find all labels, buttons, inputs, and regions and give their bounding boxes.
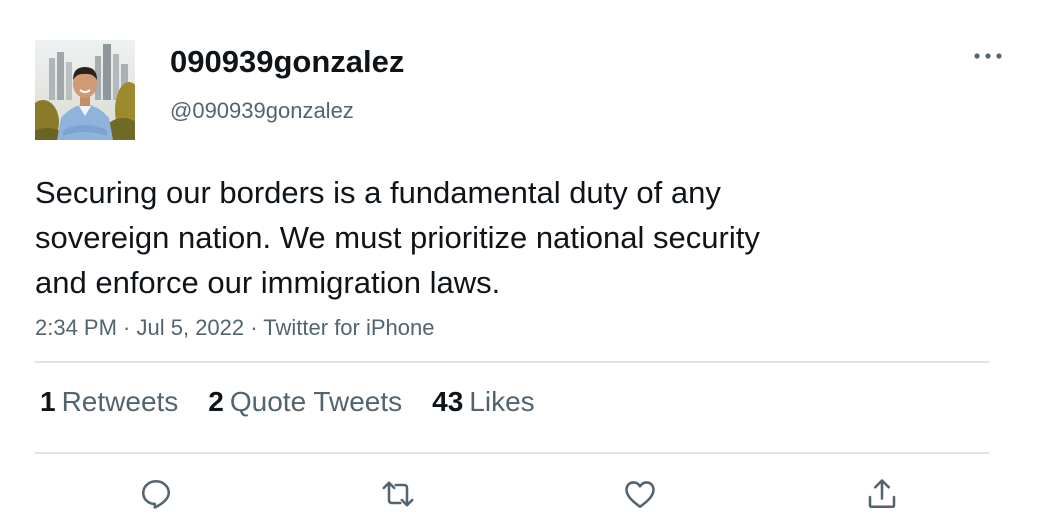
more-horizontal-icon <box>974 53 1002 59</box>
retweets-label: Retweets <box>61 386 179 417</box>
reply-icon <box>141 479 171 509</box>
reply-button[interactable] <box>136 474 176 514</box>
retweet-button[interactable] <box>378 474 418 514</box>
tweet-source[interactable]: Twitter for iPhone <box>263 315 434 340</box>
avatar[interactable] <box>35 40 135 140</box>
quote-tweets-label: Quote Tweets <box>229 386 403 417</box>
divider <box>35 452 989 454</box>
like-button[interactable] <box>620 474 660 514</box>
tweet-metadata: 2:34 PM · Jul 5, 2022 · Twitter for iPho… <box>35 315 434 341</box>
likes-label: Likes <box>469 386 535 417</box>
share-button[interactable] <box>862 474 902 514</box>
share-icon <box>868 479 896 509</box>
tweet-text: Securing our borders is a fundamental du… <box>35 175 760 300</box>
username[interactable]: @090939gonzalez <box>170 98 354 124</box>
retweets-count: 1 <box>40 386 56 417</box>
quote-tweets-stat[interactable]: 2 Quote Tweets <box>208 386 402 418</box>
retweet-icon <box>382 481 414 507</box>
tweet-time[interactable]: 2:34 PM <box>35 315 117 340</box>
display-name[interactable]: 090939gonzalez <box>170 44 404 80</box>
meta-separator: · <box>244 315 264 340</box>
tweet-date[interactable]: Jul 5, 2022 <box>137 315 245 340</box>
likes-count: 43 <box>432 386 464 417</box>
likes-stat[interactable]: 43 Likes <box>432 386 535 418</box>
meta-separator: · <box>116 315 137 340</box>
heart-icon <box>625 481 655 509</box>
divider <box>35 361 989 363</box>
tweet-stats: 1 Retweets 2 Quote Tweets 43 Likes <box>40 386 565 418</box>
quote-tweets-count: 2 <box>208 386 224 417</box>
retweets-stat[interactable]: 1 Retweets <box>40 386 178 418</box>
more-options-button[interactable] <box>965 42 1011 70</box>
